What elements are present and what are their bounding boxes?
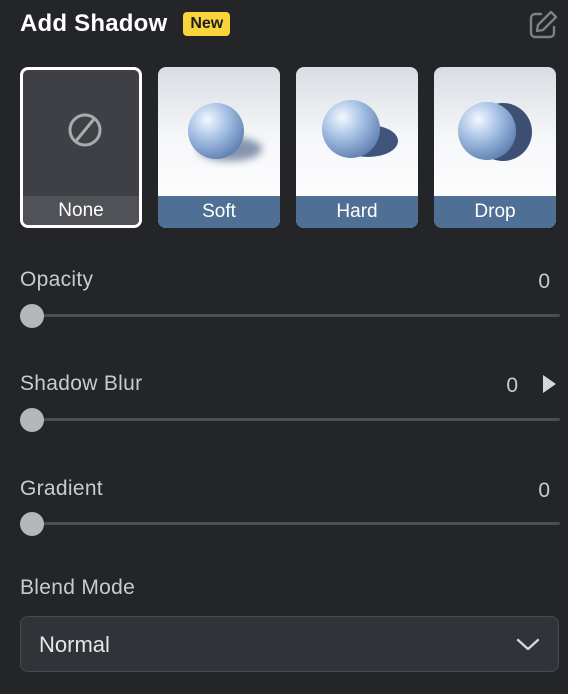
shadow-blur-slider-track[interactable] [20, 418, 560, 421]
preset-none[interactable]: None [20, 67, 142, 228]
panel-header: Add Shadow New [20, 6, 231, 42]
hard-shadow-sphere-icon [322, 100, 398, 158]
drop-shadow-sphere-icon [458, 102, 532, 161]
shadow-blur-label: Shadow Blur [20, 372, 143, 395]
gradient-label: Gradient [20, 477, 103, 500]
blend-mode-select[interactable]: Normal [20, 616, 559, 672]
opacity-label: Opacity [20, 268, 94, 291]
add-shadow-panel: Add Shadow New None Soft Hard Drop Opaci… [0, 0, 568, 694]
shadow-presets: None Soft Hard Drop [20, 67, 560, 229]
preset-drop[interactable]: Drop [434, 67, 556, 228]
opacity-slider-track[interactable] [20, 314, 560, 317]
blend-mode-value: Normal [39, 632, 110, 657]
play-icon[interactable] [541, 374, 557, 394]
none-icon [68, 113, 102, 147]
preset-hard[interactable]: Hard [296, 67, 418, 228]
edit-pencil-icon[interactable] [526, 8, 560, 42]
opacity-slider-thumb[interactable] [20, 304, 44, 328]
chevron-down-icon [516, 638, 540, 651]
preset-soft-label: Soft [158, 196, 280, 228]
panel-title: Add Shadow [20, 10, 168, 37]
blend-mode-label: Blend Mode [20, 576, 136, 599]
preset-hard-label: Hard [296, 196, 418, 228]
gradient-slider-track[interactable] [20, 522, 560, 525]
gradient-slider-thumb[interactable] [20, 512, 44, 536]
preset-none-label: None [23, 196, 139, 225]
preset-drop-label: Drop [434, 196, 556, 228]
shadow-blur-value: 0 [506, 374, 518, 397]
preset-soft[interactable]: Soft [158, 67, 280, 228]
new-badge: New [183, 12, 231, 36]
soft-shadow-sphere-icon [188, 103, 262, 161]
opacity-value: 0 [538, 270, 550, 293]
shadow-blur-slider-thumb[interactable] [20, 408, 44, 432]
gradient-value: 0 [538, 479, 550, 502]
